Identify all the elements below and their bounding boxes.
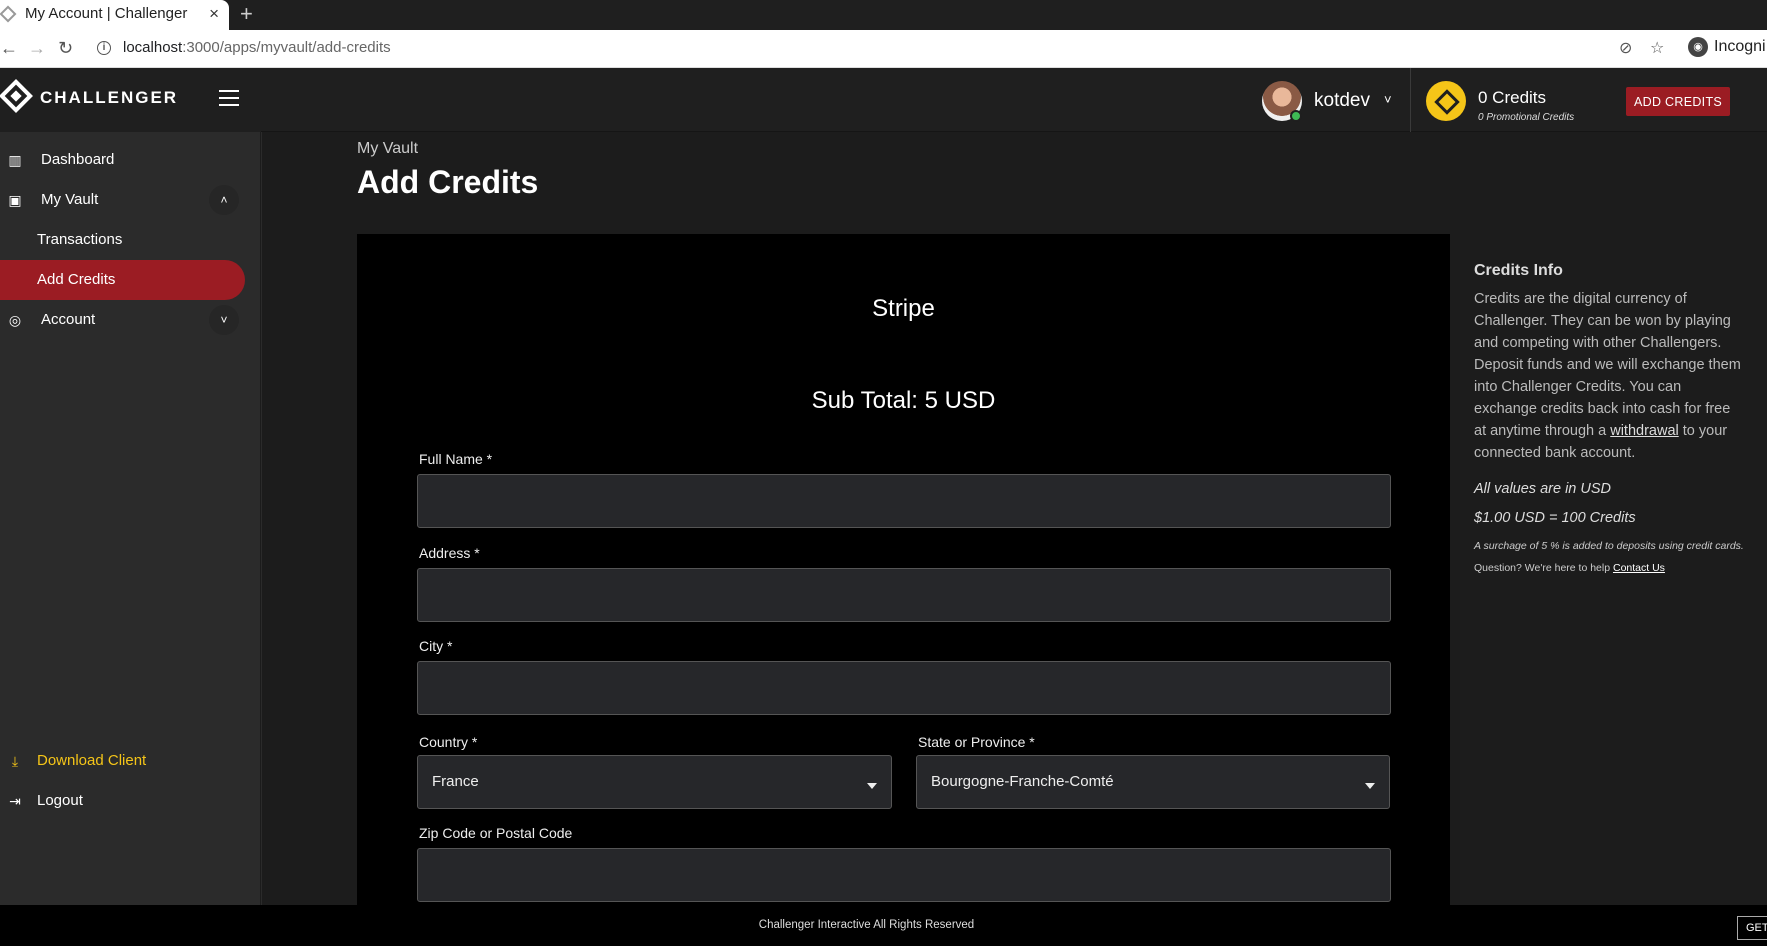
city-label: City * — [419, 638, 453, 654]
sidebar-item-logout[interactable]: ⇥ Logout — [0, 781, 261, 821]
chevron-up-icon[interactable]: ˄ — [209, 185, 239, 215]
caret-down-icon — [1365, 783, 1375, 789]
surcharge-note: A surchage of 5 % is added to deposits u… — [1474, 540, 1744, 552]
address-input[interactable] — [417, 568, 1391, 622]
usd-note: All values are in USD — [1474, 481, 1611, 497]
withdrawal-link[interactable]: withdrawal — [1610, 423, 1679, 439]
main-content: My Vault Add Credits Stripe Sub Total: 5… — [262, 132, 1767, 905]
hamburger-menu-icon[interactable] — [219, 90, 239, 106]
brand-bar: CHALLENGER — [0, 68, 261, 132]
sidebar: CHALLENGER ▥ Dashboard ▣ My Vault ˄ Tran… — [0, 68, 261, 905]
info-body: Credits are the digital currency of Chal… — [1474, 291, 1741, 461]
promotional-credits: 0 Promotional Credits — [1478, 112, 1575, 123]
info-title: Credits Info — [1474, 262, 1563, 279]
country-value: France — [432, 773, 479, 790]
get-button[interactable]: GET — [1737, 916, 1767, 940]
page-title: Add Credits — [357, 164, 539, 200]
user-menu-chevron-down-icon[interactable]: ˅ — [1384, 92, 1392, 107]
address-bar[interactable]: i localhost:3000/apps/myvault/add-credit… — [89, 34, 1669, 64]
header-divider — [1410, 68, 1411, 132]
caret-down-icon — [867, 783, 877, 789]
breadcrumb[interactable]: My Vault — [357, 140, 418, 158]
download-icon: ⤓ — [11, 753, 19, 769]
forward-arrow-icon[interactable]: → — [28, 38, 46, 58]
top-header: kotdev ˅ 0 Credits 0 Promotional Credits… — [261, 68, 1767, 132]
contact-us-link[interactable]: Contact Us — [1613, 562, 1665, 574]
help-question: Question? We're here to help Contact Us — [1474, 562, 1665, 574]
exchange-rate: $1.00 USD = 100 Credits — [1474, 510, 1636, 526]
challenger-logo-icon — [0, 79, 33, 113]
zip-label: Zip Code or Postal Code — [419, 825, 573, 841]
full-name-input[interactable] — [417, 474, 1391, 528]
address-label: Address * — [419, 545, 480, 561]
country-select[interactable]: France — [417, 755, 892, 809]
subtotal: Sub Total: 5 USD — [811, 387, 996, 414]
chevron-down-icon[interactable]: ˅ — [209, 305, 239, 335]
tracking-eye-off-icon[interactable]: ⊘ — [1619, 38, 1632, 58]
country-label: Country * — [419, 734, 478, 750]
dashboard-chart-icon: ▥ — [8, 152, 22, 168]
zip-input[interactable] — [417, 848, 1391, 902]
sidebar-item-download-client[interactable]: ⤓ Download Client — [0, 741, 261, 781]
sidebar-item-dashboard[interactable]: ▥ Dashboard — [0, 140, 261, 180]
brand-name: CHALLENGER — [40, 88, 179, 107]
state-select[interactable]: Bourgogne-Franche-Comté — [916, 755, 1390, 809]
footer: Challenger Interactive All Rights Reserv… — [0, 905, 1767, 946]
state-label: State or Province * — [918, 734, 1035, 750]
payment-form-card: Stripe Sub Total: 5 USD Full Name * Addr… — [357, 234, 1450, 905]
tab-close-icon[interactable]: × — [209, 0, 219, 28]
city-input[interactable] — [417, 661, 1391, 715]
credits-coin-icon — [1426, 81, 1466, 121]
browser-toolbar: ← → ↻ i localhost:3000/apps/myvault/add-… — [0, 30, 1767, 68]
logout-icon: ⇥ — [9, 793, 21, 809]
username[interactable]: kotdev — [1314, 90, 1370, 112]
incognito-icon: ◉ — [1688, 37, 1708, 57]
add-credits-button[interactable]: ADD CREDITS — [1626, 87, 1730, 116]
account-user-icon: ◎ — [8, 312, 22, 328]
sidebar-item-account[interactable]: ◎ Account ˅ — [0, 300, 261, 340]
sidebar-item-add-credits[interactable]: Add Credits — [0, 260, 245, 300]
reload-icon[interactable]: ↻ — [58, 38, 73, 58]
app-root: CHALLENGER ▥ Dashboard ▣ My Vault ˄ Tran… — [0, 68, 1767, 905]
state-value: Bourgogne-Franche-Comté — [931, 773, 1114, 790]
online-status-dot — [1290, 110, 1302, 122]
browser-tab[interactable]: My Account | Challenger × — [0, 0, 229, 30]
vault-icon: ▣ — [8, 192, 22, 208]
back-arrow-icon[interactable]: ← — [0, 38, 18, 58]
sidebar-item-my-vault[interactable]: ▣ My Vault ˄ — [0, 180, 261, 220]
credits-info-panel: Credits Info Credits are the digital cur… — [1474, 262, 1744, 574]
footer-copyright: Challenger Interactive All Rights Reserv… — [758, 919, 975, 931]
bookmark-star-icon[interactable]: ☆ — [1650, 38, 1664, 58]
new-tab-button[interactable]: + — [240, 1, 253, 27]
payment-provider-title: Stripe — [872, 295, 935, 322]
site-info-icon[interactable]: i — [97, 41, 111, 55]
sidebar-item-transactions[interactable]: Transactions — [0, 220, 245, 260]
browser-tab-strip: My Account | Challenger × + — [0, 0, 1767, 30]
full-name-label: Full Name * — [419, 451, 493, 467]
credits-balance: 0 Credits — [1478, 88, 1547, 107]
incognito-indicator[interactable]: ◉ Incogni — [1688, 37, 1766, 57]
challenger-favicon-icon — [0, 5, 17, 23]
tab-title: My Account | Challenger — [25, 5, 188, 22]
url-text: localhost:3000/apps/myvault/add-credits — [123, 39, 391, 56]
